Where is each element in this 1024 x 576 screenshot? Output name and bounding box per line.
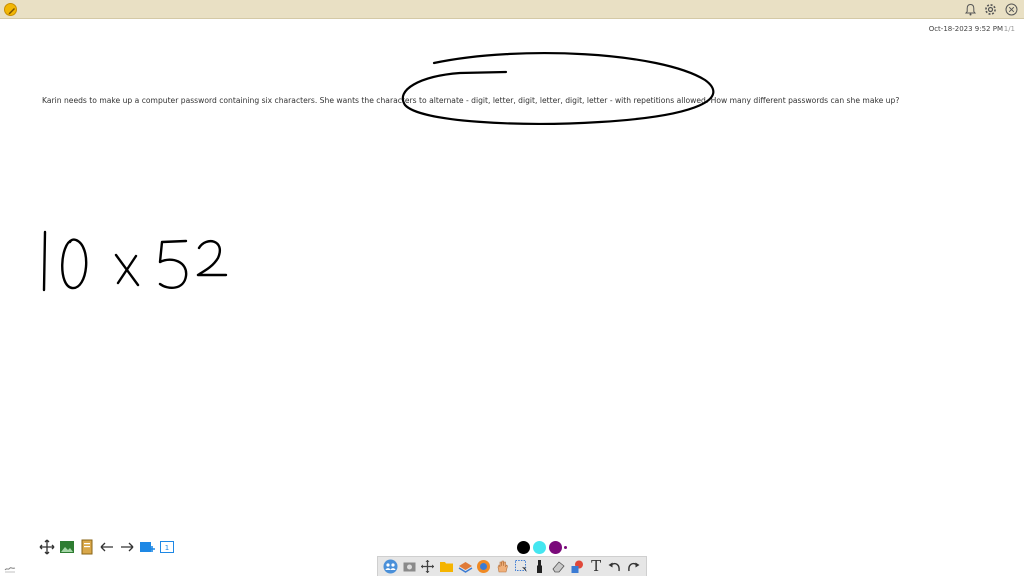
redo-icon[interactable] [625,559,641,575]
ink-digit-2 [196,239,228,277]
gear-icon[interactable] [983,2,998,17]
bell-icon[interactable] [963,2,978,17]
screenshot-icon[interactable] [401,559,417,575]
layers-icon[interactable] [457,559,473,575]
eraser-icon[interactable] [551,559,567,575]
move-tool-icon[interactable] [420,559,436,575]
ink-digit-1 [42,230,47,292]
arrow-left-icon[interactable] [98,538,116,556]
pencil-app-logo-icon[interactable] [4,3,17,16]
ink-ellipse-annotation [401,52,715,125]
add-page-icon[interactable] [138,538,156,556]
color-swatch-purple[interactable] [549,541,562,554]
color-swatch-black[interactable] [517,541,530,554]
pen-icon[interactable] [532,559,548,575]
text-tool-label: T [591,557,602,575]
ink-digit-0 [61,238,88,290]
page-number-icon[interactable]: 1 [158,538,176,556]
signature-icon[interactable] [4,560,16,573]
page-number-label: 1 [165,544,169,552]
shapes-icon[interactable] [569,559,585,575]
selected-color-indicator [564,546,567,549]
timestamp: Oct-18-2023 9:52 PM [928,25,1003,33]
left-toolbar: 1 [38,538,176,556]
title-bar [0,0,1024,19]
page-indicator: 1/1 [1003,25,1015,33]
folder-icon[interactable] [438,559,454,575]
document-icon[interactable] [78,538,96,556]
ink-times-symbol [114,253,140,287]
ink-layer [42,52,715,292]
hand-icon[interactable] [495,559,511,575]
question-text: Karin needs to make up a computer passwo… [42,96,900,105]
text-icon[interactable]: T [588,559,604,575]
color-swatch-cyan[interactable] [533,541,546,554]
browser-icon[interactable] [476,559,492,575]
close-icon[interactable] [1004,2,1019,17]
bottom-toolbar: T [377,556,647,576]
color-palette [517,541,567,554]
move-icon[interactable] [38,538,56,556]
undo-icon[interactable] [607,559,623,575]
ink-digit-5 [158,239,188,289]
image-insert-icon[interactable] [58,538,76,556]
arrow-right-icon[interactable] [118,538,136,556]
select-icon[interactable] [513,559,529,575]
people-icon[interactable] [382,559,398,575]
